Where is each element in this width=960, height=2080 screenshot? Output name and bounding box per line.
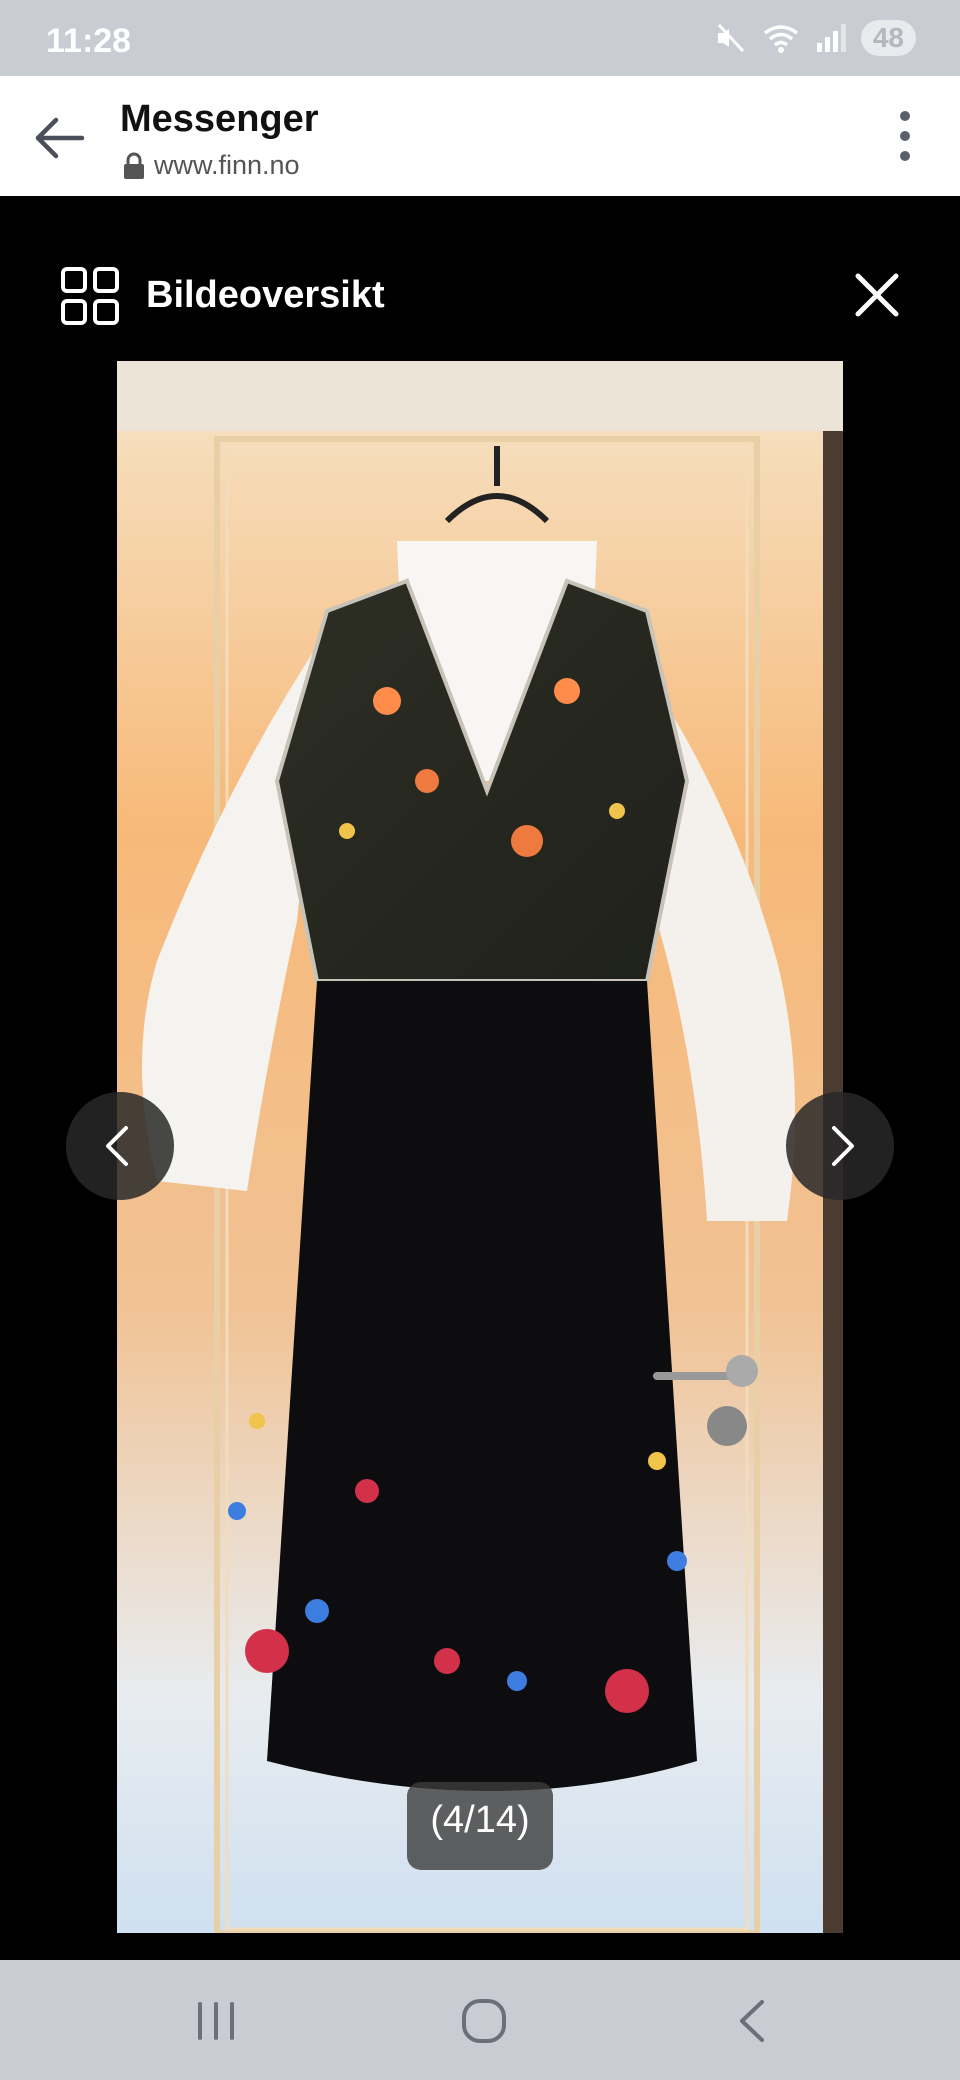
status-icons: 48: [713, 18, 916, 58]
battery-icon: 48: [860, 20, 916, 56]
signal-icon: [816, 24, 846, 52]
grid-icon[interactable]: [60, 266, 120, 326]
previous-image-button[interactable]: [66, 1092, 174, 1200]
overview-label[interactable]: Bildeoversikt: [146, 274, 385, 317]
more-vert-icon[interactable]: [890, 106, 920, 166]
image-viewer: Bildeoversikt (4/14): [0, 196, 960, 1960]
chevron-right-icon: [832, 1126, 854, 1166]
product-photo: [117, 361, 843, 1933]
system-nav-bar: [0, 1960, 960, 2080]
status-bar: 11:28 48: [0, 0, 960, 76]
recents-icon[interactable]: [186, 1996, 246, 2046]
status-time: 11:28: [46, 22, 132, 60]
close-icon[interactable]: [852, 270, 902, 320]
chevron-left-icon: [106, 1126, 128, 1166]
wifi-icon: [763, 25, 798, 53]
page-title: Messenger: [120, 98, 319, 140]
back-arrow-icon[interactable]: [30, 106, 94, 170]
url-text: www.finn.no: [154, 150, 300, 180]
url-row: www.finn.no: [122, 150, 300, 181]
back-icon[interactable]: [724, 1996, 784, 2046]
next-image-button[interactable]: [786, 1092, 894, 1200]
lock-icon: [124, 152, 144, 179]
mute-icon: [717, 23, 744, 53]
browser-header: Messenger www.finn.no: [0, 76, 960, 196]
image-counter: (4/14): [407, 1782, 553, 1870]
home-icon[interactable]: [454, 1996, 514, 2046]
